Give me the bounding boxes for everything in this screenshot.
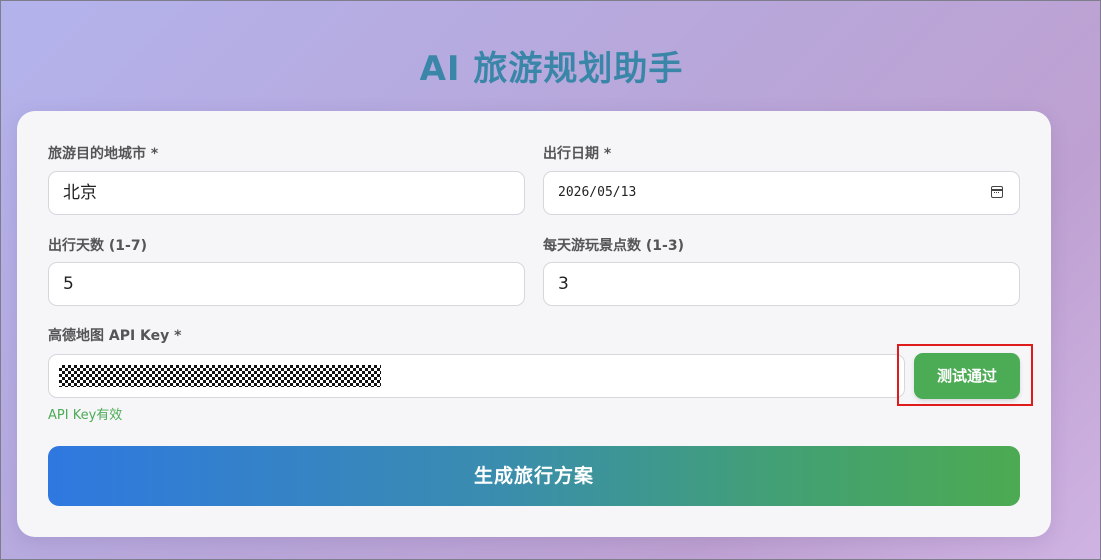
generate-plan-button[interactable]: 生成旅行方案 [48,446,1020,506]
api-key-status: API Key有效 [48,408,123,423]
page-title: AI 旅游规划助手 [419,49,684,89]
date-input[interactable]: 2026/05/13 [543,171,1020,215]
days-input[interactable]: 5 [48,262,525,306]
spots-input[interactable]: 3 [543,262,1020,306]
masked-api-key [59,365,381,387]
city-label: 旅游目的地城市 * [48,146,159,162]
api-key-input[interactable] [48,354,905,398]
api-key-label: 高德地图 API Key * [48,328,182,344]
highlight-box [897,344,1033,406]
spots-label: 每天游玩景点数 (1-3) [543,238,684,254]
date-label: 出行日期 * [543,146,612,162]
days-label: 出行天数 (1-7) [48,238,147,254]
calendar-icon[interactable] [991,186,1003,198]
city-input[interactable]: 北京 [48,171,525,215]
date-value: 2026/05/13 [558,185,637,200]
